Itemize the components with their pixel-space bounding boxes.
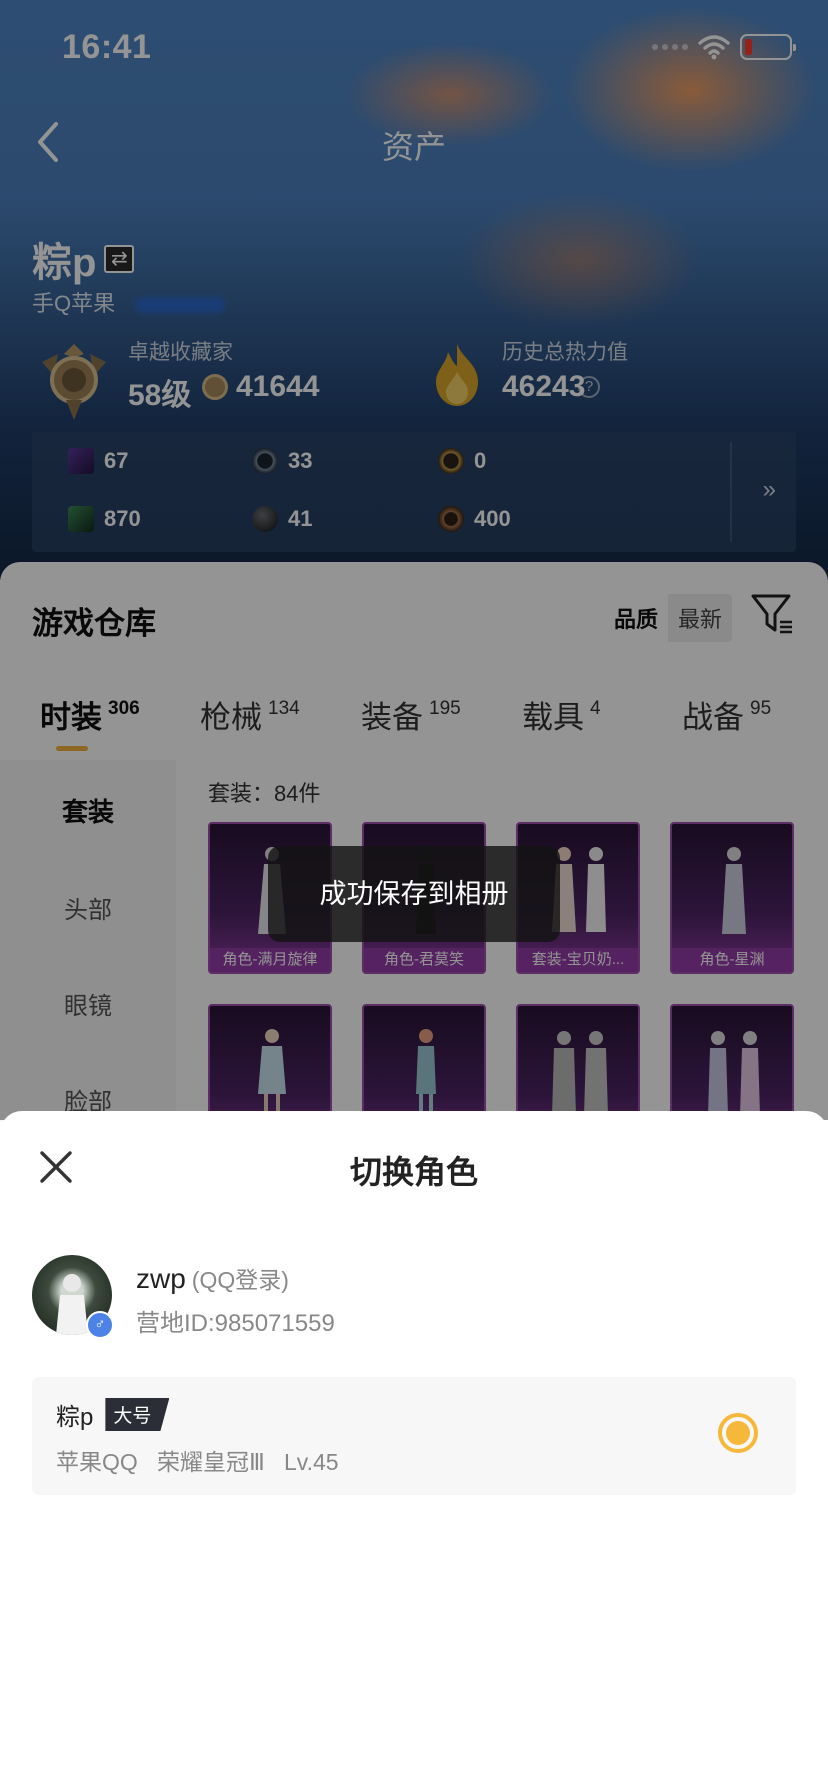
role-selected-radio[interactable] — [718, 1413, 758, 1453]
toast-message: 成功保存到相册 — [268, 846, 560, 942]
role-name: 粽p — [56, 1404, 94, 1431]
modal-backdrop[interactable] — [0, 0, 828, 1120]
role-details: 苹果QQ 荣耀皇冠Ⅲ Lv.45 — [56, 1449, 339, 1475]
account-name-row: zwp (QQ登录) — [136, 1261, 289, 1295]
radio-dot-icon — [726, 1421, 750, 1445]
account-id: 营地ID:985071559 — [136, 1310, 335, 1337]
account-name: zwp — [136, 1263, 186, 1294]
male-gender-icon: ♂ — [86, 1311, 114, 1339]
main-account-tag: 大号 — [105, 1398, 170, 1431]
role-name-row: 粽p 大号 — [56, 1397, 170, 1432]
sheet-title: 切换角色 — [349, 1154, 478, 1190]
switch-role-sheet: 切换角色 ♂ zwp (QQ登录) 营地ID:985071559 粽p 大号 苹果… — [0, 1111, 828, 1792]
account-login-type: (QQ登录) — [191, 1267, 289, 1293]
role-option[interactable]: 粽p 大号 苹果QQ 荣耀皇冠Ⅲ Lv.45 — [32, 1377, 796, 1495]
